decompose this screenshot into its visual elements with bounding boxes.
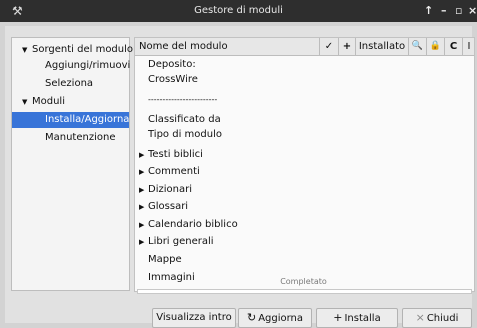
row-label: Libri generali — [148, 236, 214, 247]
sidebar-item-aggiungi[interactable]: Aggiungi/rimuovi — [12, 58, 131, 74]
close-button[interactable]: × Chiudi — [402, 308, 472, 328]
list-item[interactable]: Mappe — [135, 252, 474, 268]
list-item[interactable]: Classificato da — [135, 112, 474, 128]
install-button[interactable]: + Installa — [316, 308, 398, 328]
update-button[interactable]: ↻ Aggiorna — [238, 308, 312, 328]
progress-bar — [137, 289, 472, 294]
list-item[interactable]: CrossWire — [135, 72, 474, 88]
sidebar-item-manutenzione[interactable]: Manutenzione — [12, 130, 129, 146]
info-icon[interactable]: I — [462, 38, 474, 55]
sidebar-item-label: Manutenzione — [45, 132, 116, 143]
lock-icon[interactable]: 🔒 — [426, 38, 444, 55]
install-label: Installa — [344, 313, 381, 324]
search-icon[interactable]: 🔍 — [408, 38, 426, 55]
row-label: Commenti — [148, 166, 200, 177]
sidebar-item-seleziona[interactable]: Seleziona — [12, 76, 129, 92]
refresh-icon: ↻ — [246, 311, 257, 324]
show-intro-button[interactable]: Visualizza intro — [152, 308, 236, 328]
column-installed[interactable]: Installato — [355, 38, 408, 55]
update-label: Aggiorna — [258, 313, 304, 324]
maximize-button[interactable]: ▫ — [455, 4, 462, 17]
close-icon: × — [415, 311, 425, 324]
chevron-right-icon[interactable]: ▶ — [139, 147, 144, 163]
row-label: Dizionari — [148, 184, 192, 195]
add-icon[interactable]: + — [338, 38, 355, 55]
column-name[interactable]: Nome del modulo — [135, 38, 319, 55]
row-label: Mappe — [148, 254, 182, 265]
sidebar-item-label: Installa/Aggiorna — [45, 114, 130, 125]
list-item[interactable]: Deposito: — [135, 57, 474, 73]
check-icon[interactable]: ✓ — [319, 38, 338, 55]
list-item[interactable]: Tipo di modulo — [135, 127, 474, 143]
chevron-right-icon[interactable]: ▶ — [139, 217, 144, 233]
row-label: Tipo di modulo — [148, 129, 222, 140]
row-label: Calendario biblico — [148, 219, 238, 230]
row-label: Glossari — [148, 201, 189, 212]
status-text: Completato — [280, 277, 327, 286]
table-header: Nome del modulo ✓ + Installato 🔍 🔒 C I — [135, 38, 474, 56]
chevron-right-icon[interactable]: ▶ — [139, 182, 144, 198]
list-item[interactable]: ▶ Calendario biblico — [135, 217, 474, 233]
row-label: Deposito: — [148, 59, 196, 70]
list-item: ------------------------ — [135, 92, 474, 108]
chevron-right-icon[interactable]: ▶ — [139, 199, 144, 215]
list-item[interactable]: ▶ Dizionari — [135, 182, 474, 198]
minimize-button[interactable]: – — [441, 4, 447, 17]
sidebar-item-label: Sorgenti del modulo — [32, 44, 134, 55]
chevron-down-icon[interactable]: ▼ — [22, 42, 27, 58]
chevron-right-icon[interactable]: ▶ — [139, 164, 144, 180]
chevron-right-icon[interactable]: ▶ — [139, 234, 144, 250]
sidebar-tree[interactable]: ▼ Sorgenti del modulo Aggiungi/rimuovi S… — [11, 37, 133, 291]
chevron-down-icon[interactable]: ▼ — [22, 94, 27, 110]
sidebar-item-moduli[interactable]: ▼ Moduli — [12, 94, 129, 110]
row-label: ------------------------ — [148, 95, 218, 104]
list-item[interactable]: ▶ Glossari — [135, 199, 474, 215]
keep-above-button[interactable]: ↑ — [424, 4, 433, 17]
list-item[interactable]: ▶ Testi biblici — [135, 147, 474, 163]
refresh-icon[interactable]: C — [444, 38, 462, 55]
sidebar-item-sorgenti[interactable]: ▼ Sorgenti del modulo — [12, 42, 133, 58]
title-bar: ⚒ Gestore di moduli ↑ – ▫ × — [0, 0, 477, 22]
sidebar-item-label: Moduli — [32, 96, 65, 107]
row-label: Testi biblici — [148, 149, 203, 160]
row-label: CrossWire — [148, 74, 198, 85]
close-label: Chiudi — [426, 313, 459, 324]
show-intro-label: Visualizza intro — [156, 312, 232, 323]
module-list[interactable]: Nome del modulo ✓ + Installato 🔍 🔒 C I D… — [134, 37, 475, 292]
list-item[interactable]: ▶ Libri generali — [135, 234, 474, 250]
plus-icon: + — [333, 311, 343, 324]
close-window-button[interactable]: × — [468, 4, 477, 17]
sidebar-item-label: Seleziona — [45, 78, 94, 89]
sidebar-item-label: Aggiungi/rimuovi — [45, 60, 131, 71]
list-item[interactable]: ▶ Commenti — [135, 164, 474, 180]
row-label: Classificato da — [148, 114, 221, 125]
window-title: Gestore di moduli — [194, 5, 283, 16]
sidebar-item-installa[interactable]: Installa/Aggiorna — [12, 112, 129, 128]
